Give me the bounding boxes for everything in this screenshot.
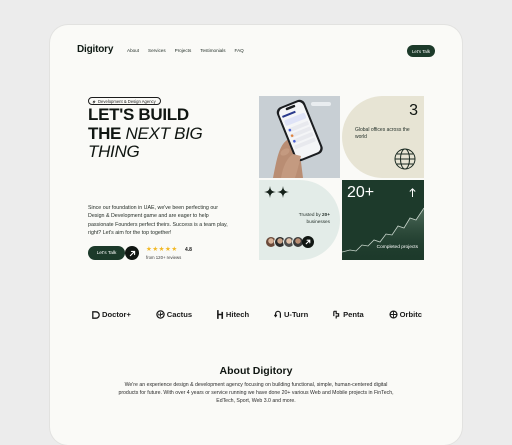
reviews-count: from 120+ reviews [146, 255, 182, 260]
trusted-label: Trusted by 20+ businesses [280, 211, 330, 225]
agency-tag-label: Development & Design Agency [98, 98, 156, 104]
projects-label: Completed projects [376, 245, 418, 250]
clients-arrow-button[interactable] [302, 236, 314, 248]
nav-item-services[interactable]: Services [148, 48, 166, 53]
brand-name: Hitech [225, 310, 250, 319]
projects-count: 20+ [347, 184, 375, 201]
hero-paragraph: Since our foundation in UAE, we've been … [88, 205, 228, 237]
hero-arrow-button[interactable] [125, 246, 139, 260]
star-icon: ★ [171, 246, 178, 253]
headline-line-2: THE NEXT BIG [88, 123, 263, 144]
brand-uturn: U-Turn [273, 310, 309, 319]
offices-count: 3 [409, 102, 418, 119]
trusted-prefix: Trusted by [298, 212, 323, 217]
rating-value: 4.8 [185, 247, 192, 253]
global-offices-tile: 3 Global offices across the world [342, 96, 424, 178]
nav-talk-button[interactable]: Let's Talk [407, 45, 435, 57]
nav-item-about[interactable]: About [127, 48, 139, 53]
headline-the: THE [88, 123, 126, 143]
star-icon: ★ [152, 246, 159, 253]
phone-image-tile [259, 96, 340, 178]
cactus-logo-icon [156, 310, 165, 319]
brand-name: Doctor+ [102, 310, 131, 319]
hero-headline: LET'S BUILD THE NEXT BIG THING [88, 105, 263, 162]
rating-stars: ★ ★ ★ ★ ★ [146, 246, 177, 253]
offices-label: Global offices across the world [355, 127, 410, 140]
brand-orbitc: Orbitc [389, 310, 422, 319]
brand-name: U-Turn [283, 310, 309, 319]
hand-phone-image [259, 96, 340, 178]
star-icon: ★ [146, 246, 152, 253]
penta-logo-icon [333, 310, 340, 319]
trusted-by-tile: Trusted by 20+ businesses [259, 180, 340, 260]
brand-hitech: Hitech [216, 310, 250, 319]
about-title: About Digitory [219, 365, 293, 377]
star-icon: ★ [158, 246, 165, 253]
top-nav: Digitory About Services Projects Testimo… [77, 44, 435, 60]
brand-doctor: Doctor+ [92, 310, 131, 319]
nav-item-projects[interactable]: Projects [175, 48, 192, 53]
trusted-count: 20+ [322, 212, 330, 217]
browser-frame: Digitory About Services Projects Testimo… [50, 25, 462, 445]
hitech-logo-icon [216, 310, 223, 319]
sparkle-icon [264, 186, 289, 198]
completed-projects-tile: 20+ Completed projects [342, 180, 424, 260]
brand-name: Cactus [166, 310, 193, 319]
nav-item-faq[interactable]: FAQ [235, 48, 244, 53]
arrow-up-icon [409, 188, 416, 197]
brand-cactus: Cactus [156, 310, 192, 319]
logo[interactable]: Digitory [77, 44, 113, 55]
nav-menu: About Services Projects Testimonials FAQ [127, 48, 244, 53]
globe-icon [394, 148, 416, 170]
growth-chart-graphic [342, 207, 424, 260]
about-text: We're an experience design & development… [118, 382, 394, 404]
arrow-up-right-icon [305, 239, 311, 245]
bolt-icon [92, 99, 96, 104]
headline-line-1: LET'S BUILD [88, 105, 189, 124]
brand-name: Orbitc [399, 310, 422, 319]
nav-item-testimonials[interactable]: Testimonials [200, 48, 225, 53]
headline-line-3: THING [88, 142, 263, 162]
headline-next-big: NEXT BIG [125, 123, 203, 143]
client-avatars [265, 236, 314, 248]
trusted-suffix: businesses [306, 219, 330, 224]
brand-name: Penta [343, 310, 364, 319]
arrow-up-right-icon [129, 250, 135, 256]
star-icon: ★ [164, 246, 171, 253]
headline-thing: THING [88, 142, 140, 161]
hero-talk-button[interactable]: Let's Talk [88, 246, 125, 260]
brand-penta: Penta [333, 310, 364, 319]
uturn-logo-icon [273, 310, 281, 318]
doctor-logo-icon [92, 310, 100, 319]
orbitc-logo-icon [389, 310, 398, 319]
brand-logos-row: Doctor+ Cactus Hitech U-Turn Penta Orbit… [92, 310, 422, 319]
agency-tag: Development & Design Agency [88, 97, 161, 105]
